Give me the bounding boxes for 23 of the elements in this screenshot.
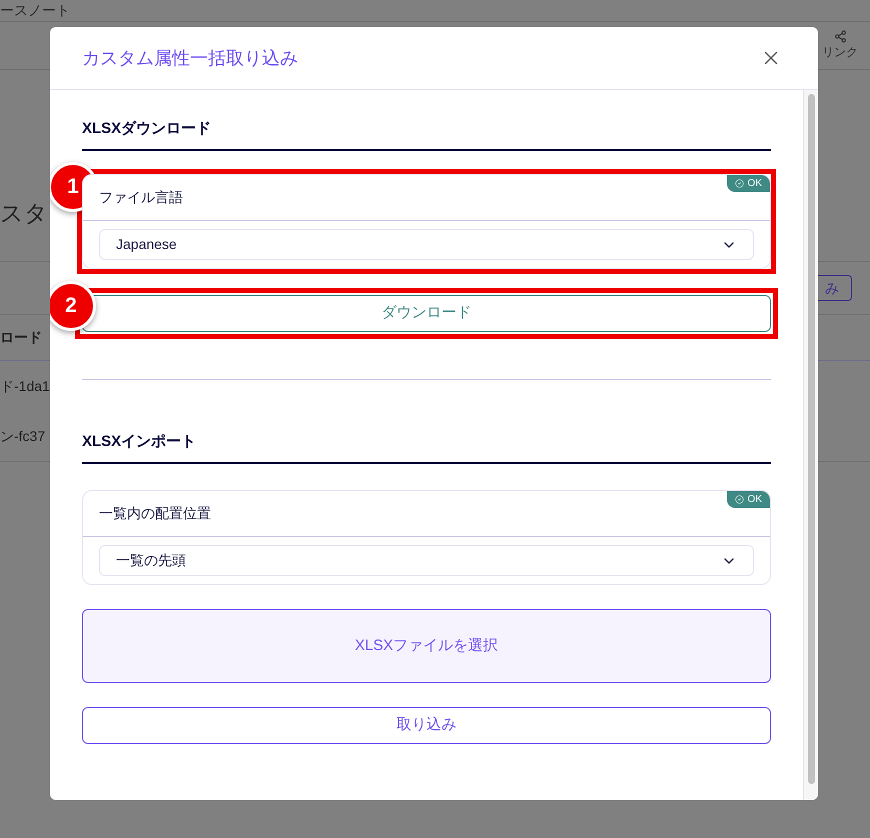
page-heading: スタ [0,198,48,228]
field-label: ファイル言語 [99,188,183,207]
section-heading: XLSXダウンロード [82,120,212,137]
section-heading: XLSXインポート [82,433,196,450]
file-dropzone[interactable]: XLSXファイルを選択 [82,609,771,683]
dialog-title: カスタム属性一括取り込み [82,46,298,70]
field-label: 一覧内の配置位置 [99,504,211,523]
check-circle-icon [734,495,744,504]
status-text: OK [748,177,762,191]
action-button[interactable]: ダウンロード [82,295,771,332]
action-button[interactable]: 取り込み [82,707,771,744]
status-text: OK [748,493,762,507]
breadcrumb[interactable]: ースノート [0,0,70,21]
share-link-button[interactable]: リンク [822,30,858,61]
table-cell-text: ド-1da1 [0,376,50,396]
column-header: ロード [0,328,42,347]
select-field[interactable]: 一覧の先頭 [99,545,754,576]
check-circle-icon [734,179,744,188]
scrollbar[interactable] [803,90,818,800]
share-icon [834,30,846,43]
select-field[interactable]: Japanese [99,229,754,260]
table-cell-text: ン-fc37 [0,426,46,446]
step-number-badge: 2 [50,281,96,331]
